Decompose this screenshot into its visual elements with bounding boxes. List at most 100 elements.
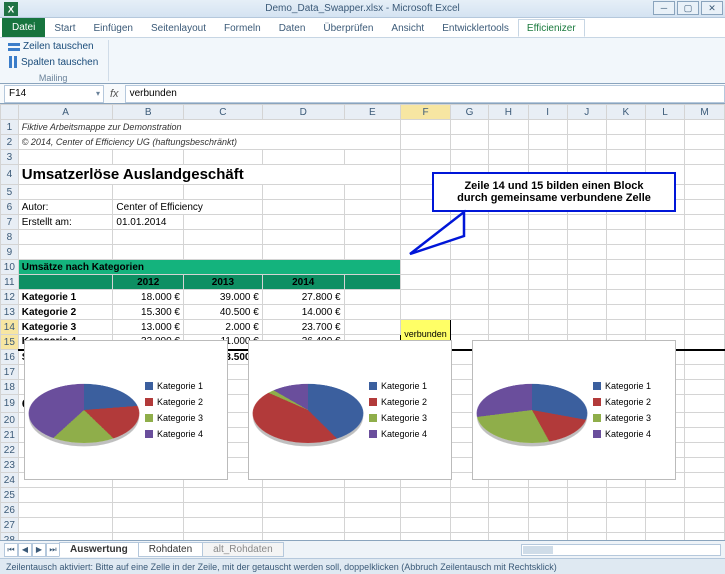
- col-header-G[interactable]: G: [450, 105, 488, 120]
- tab-start[interactable]: Start: [45, 19, 84, 37]
- legend-item: Kategorie 2: [145, 397, 203, 407]
- ribbon: Zeilen tauschen Spalten tauschen Mailing: [0, 38, 725, 84]
- legend-item: Kategorie 3: [369, 413, 427, 423]
- legend-item: Kategorie 3: [593, 413, 651, 423]
- formula-input[interactable]: verbunden: [125, 85, 725, 103]
- row-header-17[interactable]: 17: [1, 365, 19, 380]
- sheet-nav-first[interactable]: ⏮: [4, 543, 18, 557]
- excel-icon: X: [4, 2, 18, 16]
- tab-ansicht[interactable]: Ansicht: [382, 19, 433, 37]
- sheet-tab-alt_rohdaten[interactable]: alt_Rohdaten: [202, 542, 284, 557]
- row-header-1[interactable]: 1: [1, 120, 19, 135]
- legend: Kategorie 1 Kategorie 2 Kategorie 3 Kategor…: [145, 381, 203, 439]
- minimize-button[interactable]: ─: [653, 1, 675, 15]
- row-header-19[interactable]: 19: [1, 395, 19, 413]
- row-header-6[interactable]: 6: [1, 200, 19, 215]
- legend-item: Kategorie 2: [593, 397, 651, 407]
- legend-item: Kategorie 1: [593, 381, 651, 391]
- sheet-tab-auswertung[interactable]: Auswertung: [59, 542, 139, 557]
- row-header-11[interactable]: 11: [1, 275, 19, 290]
- legend-item: Kategorie 2: [369, 397, 427, 407]
- col-header-C[interactable]: C: [183, 105, 262, 120]
- ribbon-tabs: Datei StartEinfügenSeitenlayoutFormelnDa…: [0, 18, 725, 38]
- col-header-J[interactable]: J: [567, 105, 606, 120]
- legend-item: Kategorie 4: [593, 429, 651, 439]
- row-header-3[interactable]: 3: [1, 150, 19, 165]
- row-header-13[interactable]: 13: [1, 305, 19, 320]
- row-header-8[interactable]: 8: [1, 230, 19, 245]
- tab-entwicklertools[interactable]: Entwicklertools: [433, 19, 518, 37]
- status-bar: Zeilentausch aktiviert: Bitte auf eine Z…: [0, 558, 725, 574]
- col-header-E[interactable]: E: [344, 105, 400, 120]
- name-box[interactable]: F14: [4, 85, 104, 103]
- row-header-14[interactable]: 14: [1, 320, 19, 335]
- row-header-18[interactable]: 18: [1, 380, 19, 395]
- col-header-I[interactable]: I: [528, 105, 567, 120]
- row-header-26[interactable]: 26: [1, 503, 19, 518]
- pie-chart-2012: Kategorie 1 Kategorie 2 Kategorie 3 Kategor…: [24, 340, 228, 480]
- fx-icon[interactable]: fx: [110, 88, 119, 100]
- row-header-16[interactable]: 16: [1, 350, 19, 365]
- col-header-B[interactable]: B: [113, 105, 184, 120]
- legend-item: Kategorie 4: [145, 429, 203, 439]
- row-header-21[interactable]: 21: [1, 428, 19, 443]
- tab-daten[interactable]: Daten: [270, 19, 315, 37]
- row-header-12[interactable]: 12: [1, 290, 19, 305]
- tab-efficienizer[interactable]: Efficienizer: [518, 19, 585, 37]
- row-header-15[interactable]: 15: [1, 335, 19, 350]
- row-header-28[interactable]: 28: [1, 533, 19, 541]
- col-header-M[interactable]: M: [685, 105, 725, 120]
- tab-einfügen[interactable]: Einfügen: [84, 19, 141, 37]
- formula-bar: F14 fx verbunden: [0, 84, 725, 104]
- callout: Zeile 14 und 15 bilden einen Block durch…: [432, 172, 676, 212]
- col-header-H[interactable]: H: [489, 105, 528, 120]
- sheet-tab-rohdaten[interactable]: Rohdaten: [138, 542, 203, 557]
- row-header-5[interactable]: 5: [1, 185, 19, 200]
- row-header-22[interactable]: 22: [1, 443, 19, 458]
- sheet-nav-next[interactable]: ▶: [32, 543, 46, 557]
- row-header-10[interactable]: 10: [1, 260, 19, 275]
- col-header-L[interactable]: L: [646, 105, 685, 120]
- close-button[interactable]: ✕: [701, 1, 723, 15]
- row-header-23[interactable]: 23: [1, 458, 19, 473]
- sheet-nav-last[interactable]: ⏭: [46, 543, 60, 557]
- callout-tail-icon: [406, 208, 466, 258]
- ribbon-group-label: Mailing: [6, 71, 100, 83]
- row-header-4[interactable]: 4: [1, 165, 19, 185]
- row-header-25[interactable]: 25: [1, 488, 19, 503]
- swap-rows-button[interactable]: Zeilen tauschen: [6, 40, 100, 53]
- col-header-F[interactable]: F: [401, 105, 451, 120]
- swap-cols-button[interactable]: Spalten tauschen: [6, 55, 100, 69]
- row-header-24[interactable]: 24: [1, 473, 19, 488]
- swap-cols-icon: [8, 56, 18, 68]
- title-bar: X Demo_Data_Swapper.xlsx - Microsoft Exc…: [0, 0, 725, 18]
- horizontal-scrollbar[interactable]: [284, 544, 725, 556]
- col-header-K[interactable]: K: [606, 105, 645, 120]
- window-title: Demo_Data_Swapper.xlsx - Microsoft Excel: [265, 3, 460, 14]
- row-header-7[interactable]: 7: [1, 215, 19, 230]
- row-header-2[interactable]: 2: [1, 135, 19, 150]
- sheet-nav-prev[interactable]: ◀: [18, 543, 32, 557]
- legend-item: Kategorie 1: [145, 381, 203, 391]
- legend-item: Kategorie 4: [369, 429, 427, 439]
- charts-area: Kategorie 1 Kategorie 2 Kategorie 3 Kategor…: [24, 340, 676, 480]
- tab-seitenlayout[interactable]: Seitenlayout: [142, 19, 215, 37]
- legend-item: Kategorie 3: [145, 413, 203, 423]
- tab-formeln[interactable]: Formeln: [215, 19, 270, 37]
- sheet-tabs: ⏮ ◀ ▶ ⏭ AuswertungRohdatenalt_Rohdaten: [0, 540, 725, 558]
- file-tab[interactable]: Datei: [2, 17, 45, 37]
- legend-item: Kategorie 1: [369, 381, 427, 391]
- svg-text:X: X: [8, 5, 15, 16]
- col-header-A[interactable]: A: [18, 105, 113, 120]
- row-header-27[interactable]: 27: [1, 518, 19, 533]
- swap-rows-icon: [8, 42, 20, 52]
- col-header-D[interactable]: D: [262, 105, 344, 120]
- select-all[interactable]: [1, 105, 19, 120]
- pie-chart-2013: Kategorie 1 Kategorie 2 Kategorie 3 Kategor…: [248, 340, 452, 480]
- worksheet[interactable]: ABCDEFGHIJKLM1Fiktive Arbeitsmappe zur D…: [0, 104, 725, 540]
- maximize-button[interactable]: ▢: [677, 1, 699, 15]
- row-header-20[interactable]: 20: [1, 413, 19, 428]
- tab-überprüfen[interactable]: Überprüfen: [314, 19, 382, 37]
- row-header-9[interactable]: 9: [1, 245, 19, 260]
- legend: Kategorie 1 Kategorie 2 Kategorie 3 Kategor…: [369, 381, 427, 439]
